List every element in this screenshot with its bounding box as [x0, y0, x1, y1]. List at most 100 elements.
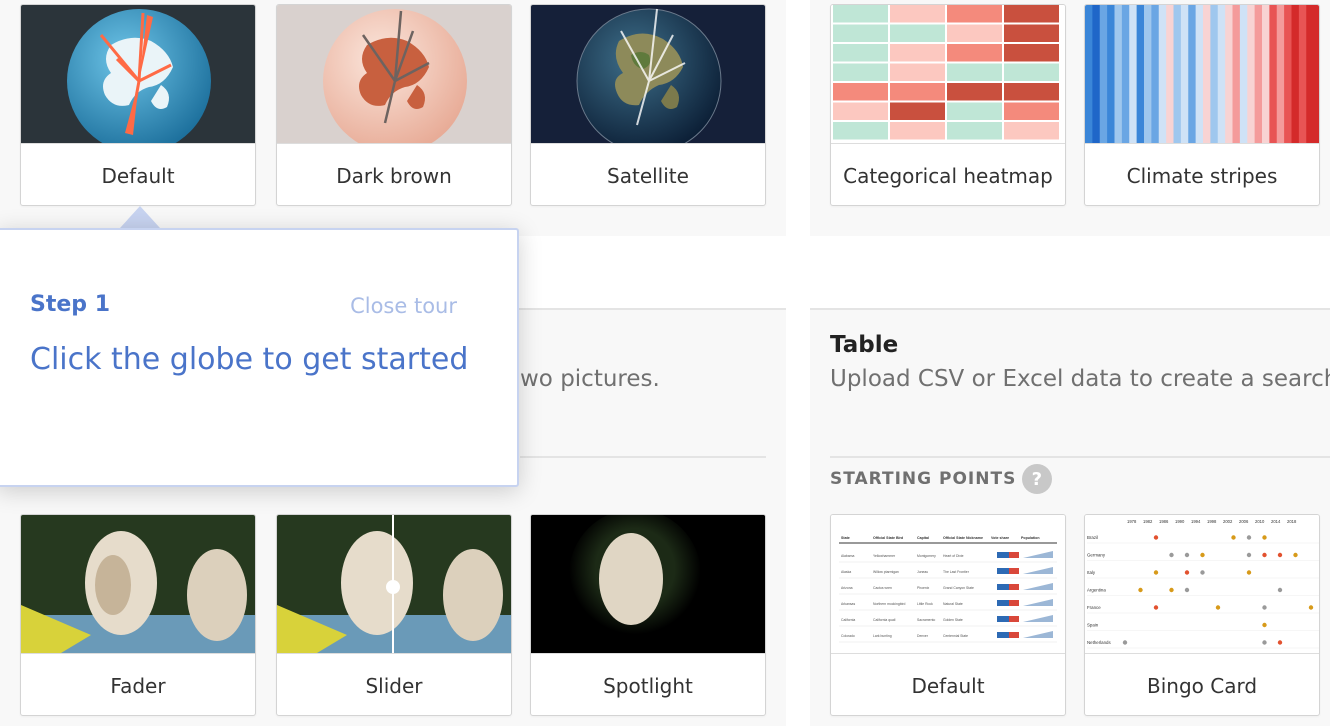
- section-description: wo pictures.: [520, 366, 660, 392]
- section-description: Upload CSV or Excel data to create a sea…: [830, 366, 1330, 392]
- climate-stripe: [1151, 5, 1160, 143]
- starting-points-label: STARTING POINTS: [830, 469, 1017, 489]
- climate-stripe: [1136, 5, 1145, 143]
- table-cell: Golden State: [943, 618, 963, 622]
- bingo-trophy-icon: [1246, 535, 1252, 540]
- table-header-cell: Capital: [917, 536, 929, 540]
- table-cell: Colorado: [841, 634, 855, 638]
- globe-card-dark-brown[interactable]: Dark brown: [276, 4, 512, 206]
- table-cell: Denver: [917, 634, 929, 638]
- climate-stripe: [1262, 5, 1270, 143]
- heatmap-cell: [833, 122, 888, 140]
- bingo-trophy-icon: [1262, 552, 1267, 558]
- table-header-cell: Official State Nickname: [943, 536, 983, 540]
- bingo-trophy-icon: [1262, 605, 1267, 610]
- table-thumbnail: State Official State Bird Capital Official …: [831, 515, 1065, 653]
- photo-thumbnail: [531, 515, 765, 653]
- table-card-default[interactable]: State Official State Bird Capital Official …: [830, 514, 1066, 716]
- heatmap-cell: [833, 83, 888, 101]
- bingo-trophy-icon: [1184, 552, 1190, 558]
- stripes-thumbnail: [1085, 5, 1319, 143]
- card-label: Bingo Card: [1085, 653, 1319, 715]
- climate-stripe: [1232, 5, 1241, 143]
- heatmap-cell: [833, 24, 888, 42]
- climate-stripe: [1269, 5, 1278, 143]
- heatmap-cell: [890, 44, 945, 62]
- table-cell: Montgomery: [917, 554, 936, 558]
- heatmap-cell: [1004, 63, 1059, 81]
- bingo-trophy-icon: [1246, 570, 1252, 575]
- help-icon[interactable]: ?: [1022, 464, 1053, 494]
- bingo-trophy-icon: [1262, 622, 1267, 628]
- heatmap-cell: [947, 102, 1002, 120]
- card-label: Categorical heatmap: [831, 143, 1065, 205]
- climate-stripe: [1217, 5, 1226, 143]
- table-header-cell: Official State Bird: [873, 536, 903, 540]
- heatmap-cell: [947, 122, 1002, 140]
- compare-card-slider[interactable]: Slider: [276, 514, 512, 716]
- heatmap-cell: [1004, 44, 1059, 62]
- bingo-year-label: 1982: [1143, 519, 1153, 524]
- table-cell: California quail: [873, 618, 896, 622]
- globe-card-satellite[interactable]: Satellite: [530, 4, 766, 206]
- heatmap-cell: [1004, 5, 1059, 23]
- climate-stripe: [1092, 5, 1101, 143]
- heatmap-cell: [1004, 24, 1059, 42]
- bingo-trophy-icon: [1277, 640, 1283, 645]
- heatmap-cell: [947, 5, 1002, 23]
- heatmap-cell: [947, 44, 1002, 62]
- bingo-year-label: 2010: [1255, 519, 1265, 524]
- bingo-trophy-icon: [1215, 605, 1221, 610]
- table-cell: Arkansas: [841, 602, 855, 606]
- bingo-year-label: 1990: [1175, 519, 1185, 524]
- heatmap-cell: [1004, 83, 1059, 101]
- bingo-trophy-icon: [1277, 552, 1283, 558]
- bingo-trophy-icon: [1169, 587, 1174, 593]
- climate-stripe: [1166, 5, 1174, 143]
- table-cell: Lark bunting: [873, 634, 892, 638]
- chart-card-categorical-heatmap[interactable]: Categorical heatmap: [830, 4, 1066, 206]
- table-cell: Sacramento: [917, 618, 935, 622]
- bingo-country-label: Germany: [1087, 553, 1106, 558]
- climate-stripe: [1291, 5, 1300, 143]
- bingo-year-label: 1986: [1159, 519, 1169, 524]
- heatmap-cell: [890, 5, 945, 23]
- bingo-year-label: 2002: [1223, 519, 1233, 524]
- bingo-trophy-icon: [1231, 535, 1236, 540]
- tour-popover: Step 1 Close tour Click the globe to get…: [0, 228, 519, 487]
- heatmap-cell: [947, 83, 1002, 101]
- bingo-trophy-icon: [1293, 552, 1298, 558]
- compare-card-spotlight[interactable]: Spotlight: [530, 514, 766, 716]
- bingo-year-label: 2018: [1287, 519, 1297, 524]
- table-cell: Cactus wren: [873, 586, 892, 590]
- heatmap-cell: [947, 24, 1002, 42]
- climate-stripe: [1284, 5, 1292, 143]
- section-title: Table: [830, 332, 899, 358]
- close-tour-link[interactable]: Close tour: [350, 294, 457, 318]
- globe-thumbnail: [531, 5, 765, 143]
- bingo-trophy-icon: [1153, 570, 1159, 575]
- chart-card-climate-stripes[interactable]: Climate stripes: [1084, 4, 1320, 206]
- table-cell: Grand Canyon State: [943, 586, 974, 590]
- table-cell: Natural State: [943, 602, 963, 606]
- divider: [810, 308, 1330, 310]
- tour-pointer: [120, 206, 160, 228]
- bingo-trophy-icon: [1262, 535, 1267, 540]
- table-cell: Phoenix: [917, 586, 930, 590]
- bingo-trophy-icon: [1169, 552, 1174, 558]
- heatmap-cell: [890, 83, 945, 101]
- tour-message: Click the globe to get started: [30, 342, 469, 377]
- table-header-cell: Vote share: [991, 536, 1009, 540]
- globe-card-default[interactable]: Default: [20, 4, 256, 206]
- table-card-bingo[interactable]: 1978 1982 1986 1990 1994 1998 2002 2006 2010 2014…: [1084, 514, 1320, 716]
- globe-thumbnail: [21, 5, 255, 143]
- table-cell: Heart of Dixie: [943, 554, 964, 558]
- bingo-trophy-icon: [1277, 587, 1283, 593]
- compare-card-fader[interactable]: Fader: [20, 514, 256, 716]
- bingo-year-label: 1994: [1191, 519, 1201, 524]
- climate-stripe: [1158, 5, 1167, 143]
- heatmap-cell: [890, 102, 945, 120]
- table-cell: Alabama: [841, 554, 854, 558]
- card-label: Fader: [21, 653, 255, 715]
- heatmap-cell: [890, 122, 945, 140]
